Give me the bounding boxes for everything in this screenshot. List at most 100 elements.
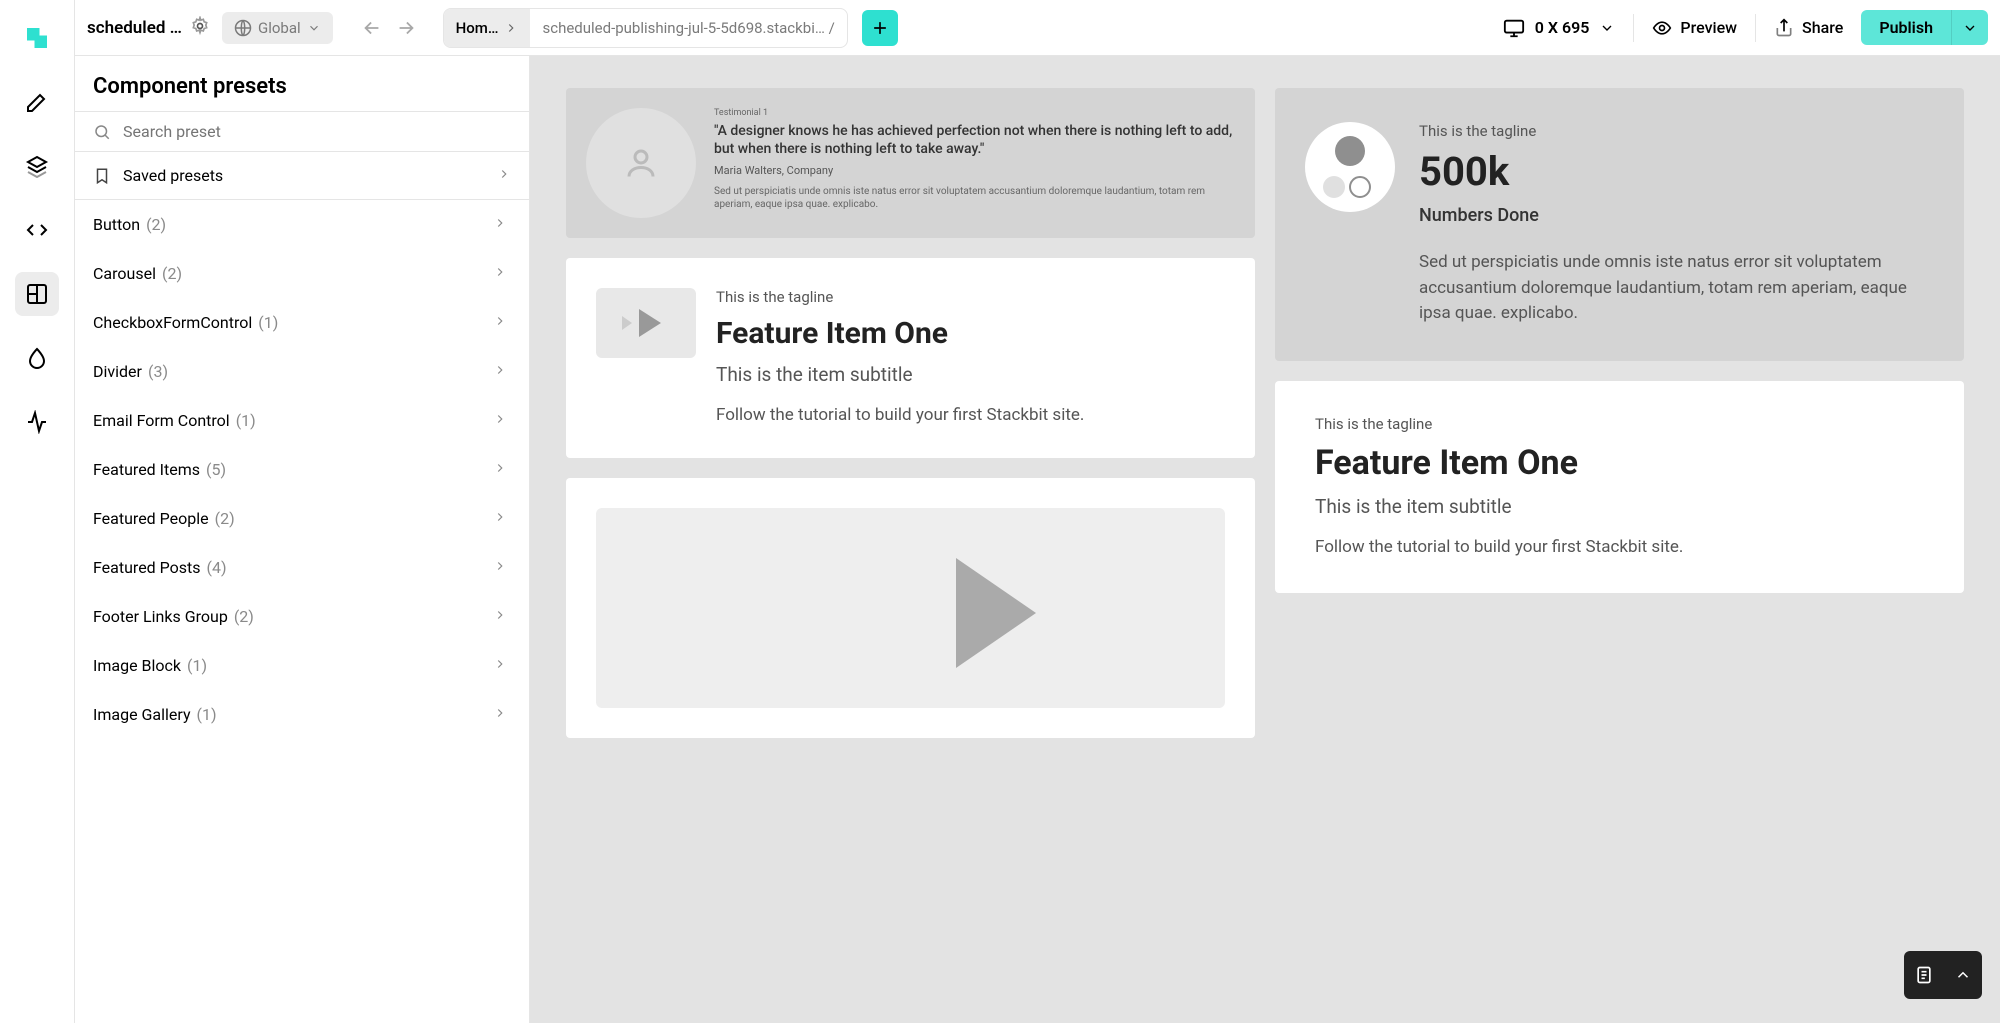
settings-icon[interactable]	[190, 16, 210, 40]
edit-icon[interactable]	[15, 80, 59, 124]
avatar-placeholder-icon	[586, 108, 696, 218]
content: Component presets Saved presets Button(2…	[75, 56, 2000, 1023]
main: scheduled … Global Hom… scheduled-publis…	[75, 0, 2000, 1023]
preview-button[interactable]: Preview	[1652, 18, 1737, 38]
preset-row-image-block[interactable]: Image Block(1)	[75, 641, 525, 690]
plus-icon	[870, 18, 890, 38]
preset-preview-feature[interactable]: This is the tagline Feature Item One Thi…	[566, 258, 1255, 458]
chevron-right-icon	[493, 705, 507, 724]
search-icon	[93, 123, 111, 141]
preset-list[interactable]: Button(2) Carousel(2) CheckboxFormContro…	[75, 200, 529, 1023]
code-icon[interactable]	[15, 208, 59, 252]
preview-canvas[interactable]: Testimonial 1 "A designer knows he has a…	[530, 56, 2000, 1023]
preset-row-featured-people[interactable]: Featured People(2)	[75, 494, 525, 543]
preset-preview-stat[interactable]: This is the tagline 500k Numbers Done Se…	[1275, 88, 1964, 361]
stat-label: Numbers Done	[1419, 205, 1934, 226]
stat-tagline: This is the tagline	[1419, 122, 1934, 140]
media-placeholder-icon	[596, 288, 696, 358]
page-crumb-item[interactable]: Hom…	[444, 9, 531, 47]
layers-icon[interactable]	[15, 144, 59, 188]
divider	[1633, 14, 1634, 42]
site-name[interactable]: scheduled …	[87, 18, 182, 38]
divider	[1755, 14, 1756, 42]
share-icon	[1774, 18, 1794, 38]
floating-widget[interactable]	[1904, 951, 1982, 999]
canvas-col-right: This is the tagline 500k Numbers Done Se…	[1275, 88, 1964, 593]
chevron-right-icon	[504, 21, 518, 35]
search-row	[75, 111, 529, 152]
feature-body: This is the tagline Feature Item One Thi…	[1315, 415, 1924, 560]
preview-url[interactable]: scheduled-publishing-jul-5-5d698.stackbi…	[530, 19, 846, 37]
stat-value: 500k	[1419, 148, 1934, 195]
chevron-right-icon	[493, 313, 507, 332]
preset-row-button[interactable]: Button(2)	[75, 200, 525, 249]
feature-desc: Follow the tutorial to build your first …	[1315, 536, 1924, 560]
monitor-icon	[1503, 17, 1525, 39]
left-rail	[0, 0, 75, 1023]
stat-lorem: Sed ut perspiciatis unde omnis iste natu…	[1419, 250, 1934, 327]
preset-row-footer-links[interactable]: Footer Links Group(2)	[75, 592, 525, 641]
chevron-down-icon	[1962, 20, 1978, 36]
forward-icon[interactable]	[395, 17, 417, 39]
chevron-right-icon	[493, 607, 507, 626]
panel-header: Component presets	[75, 56, 529, 111]
feature-tagline: This is the tagline	[716, 288, 1084, 306]
testimonial-lorem: Sed ut perspiciatis unde omnis iste natu…	[714, 185, 1235, 211]
chevron-up-icon	[1954, 966, 1972, 984]
chevron-right-icon	[493, 362, 507, 381]
testimonial-label: Testimonial 1	[714, 108, 1235, 118]
preset-row-checkbox[interactable]: CheckboxFormControl(1)	[75, 298, 525, 347]
publish-button[interactable]: Publish	[1861, 10, 1951, 45]
document-icon	[1914, 965, 1934, 985]
panel-title: Component presets	[93, 74, 287, 99]
preset-row-featured-items[interactable]: Featured Items(5)	[75, 445, 525, 494]
preset-preview-feature-2[interactable]: This is the tagline Feature Item One Thi…	[1275, 381, 1964, 594]
canvas-col-left: Testimonial 1 "A designer knows he has a…	[566, 88, 1255, 738]
preset-preview-media[interactable]	[566, 478, 1255, 738]
preset-row-featured-posts[interactable]: Featured Posts(4)	[75, 543, 525, 592]
feature-desc: Follow the tutorial to build your first …	[716, 404, 1084, 428]
preset-row-divider[interactable]: Divider(3)	[75, 347, 525, 396]
grid-panel-icon[interactable]	[15, 272, 59, 316]
back-icon[interactable]	[361, 17, 383, 39]
chevron-right-icon	[493, 264, 507, 283]
add-button[interactable]	[862, 10, 898, 46]
topbar-right: 0 X 695 Preview Share Publish	[1503, 10, 1988, 45]
app-logo[interactable]	[15, 16, 59, 60]
search-input[interactable]	[123, 122, 511, 141]
stat-body: This is the tagline 500k Numbers Done Se…	[1419, 122, 1934, 327]
preset-preview-testimonial[interactable]: Testimonial 1 "A designer knows he has a…	[566, 88, 1255, 238]
preset-row-email[interactable]: Email Form Control(1)	[75, 396, 525, 445]
saved-presets-row[interactable]: Saved presets	[75, 152, 529, 200]
chevron-right-icon	[493, 411, 507, 430]
component-presets-panel: Component presets Saved presets Button(2…	[75, 56, 530, 1023]
feature-body: This is the tagline Feature Item One Thi…	[716, 288, 1084, 428]
chevron-right-icon	[493, 460, 507, 479]
locale-label: Global	[258, 19, 301, 37]
bookmark-icon	[93, 167, 111, 185]
share-button[interactable]: Share	[1774, 18, 1843, 38]
feature-subtitle: This is the item subtitle	[716, 363, 1084, 386]
publish-options-button[interactable]	[1951, 10, 1988, 45]
chevron-right-icon	[493, 558, 507, 577]
chart-placeholder-icon	[1305, 122, 1395, 212]
feature-title: Feature Item One	[1315, 443, 1924, 483]
chevron-right-icon	[497, 166, 511, 185]
publish-group: Publish	[1861, 10, 1988, 45]
chevron-down-icon	[307, 21, 321, 35]
testimonial-quote: "A designer knows he has achieved perfec…	[714, 122, 1235, 158]
feature-subtitle: This is the item subtitle	[1315, 495, 1924, 518]
viewport-selector[interactable]: 0 X 695	[1503, 17, 1616, 39]
topbar: scheduled … Global Hom… scheduled-publis…	[75, 0, 2000, 56]
preset-row-image-gallery[interactable]: Image Gallery(1)	[75, 690, 525, 739]
testimonial-author: Maria Walters, Company	[714, 164, 1235, 177]
preset-row-carousel[interactable]: Carousel(2)	[75, 249, 525, 298]
media-placeholder-icon	[596, 508, 1225, 708]
testimonial-body: Testimonial 1 "A designer knows he has a…	[714, 108, 1235, 218]
droplet-icon[interactable]	[15, 336, 59, 380]
feature-tagline: This is the tagline	[1315, 415, 1924, 433]
locale-selector[interactable]: Global	[222, 12, 333, 44]
activity-icon[interactable]	[15, 400, 59, 444]
chevron-down-icon	[1599, 20, 1615, 36]
eye-icon	[1652, 18, 1672, 38]
